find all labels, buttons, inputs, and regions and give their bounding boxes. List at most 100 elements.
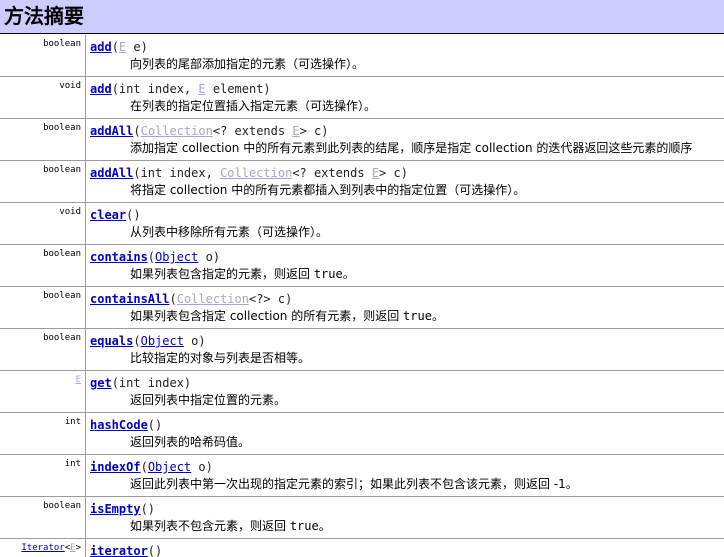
- method-row: boolean containsAll(Collection<?> c) 如果列表包…: [0, 287, 724, 329]
- method-description: 从列表中移除所有元素（可选操作）。: [130, 224, 328, 240]
- return-type: int: [64, 417, 81, 427]
- signature-text: <?> c): [248, 292, 293, 306]
- parameter-type-link[interactable]: E: [372, 166, 379, 180]
- method-description: 返回列表的哈希码值。: [130, 434, 250, 450]
- description-text: 向列表的尾部添加指定的元素（可选操作）。: [130, 57, 365, 71]
- signature-text: o): [191, 460, 213, 474]
- method-signature: isEmpty(): [90, 501, 155, 517]
- signature-text: (: [147, 250, 156, 264]
- method-name-link[interactable]: clear: [90, 208, 126, 222]
- signature-text: o): [198, 250, 221, 264]
- signature-text: (): [140, 502, 156, 516]
- method-name-link[interactable]: containsAll: [90, 292, 169, 306]
- method-name-link[interactable]: equals: [90, 334, 133, 348]
- method-row: void clear() 从列表中移除所有元素（可选操作）。: [0, 203, 724, 245]
- method-signature: contains(Object o): [90, 249, 220, 265]
- method-row: Iterator<E> iterator(): [0, 539, 724, 557]
- signature-text: (int index): [111, 376, 192, 390]
- description-code: true: [403, 309, 432, 323]
- method-row: void add(int index, E element) 在列表的指定位置插入指…: [0, 77, 724, 119]
- return-type-cell: boolean: [0, 497, 86, 538]
- description-text: 比较指定的对象与列表是否相等。: [130, 351, 311, 365]
- method-name-link[interactable]: hashCode: [90, 418, 148, 432]
- description-code: true: [289, 519, 319, 533]
- method-description: 返回此列表中第一次出现的指定元素的索引；如果此列表不包含该元素，则返回 -1。: [130, 476, 578, 492]
- method-signature: hashCode(): [90, 417, 162, 433]
- signature-text: element): [205, 82, 271, 96]
- method-name-link[interactable]: contains: [90, 250, 148, 264]
- signature-text: <? extends: [292, 166, 372, 180]
- return-type-cell: E: [0, 371, 86, 412]
- return-type: boolean: [43, 39, 81, 49]
- signature-text: (): [126, 208, 141, 222]
- description-text: 如果列表包含指定 collection 的所有元素，则返回: [130, 309, 404, 323]
- return-type: int: [64, 459, 81, 469]
- parameter-type-link[interactable]: E: [292, 124, 299, 138]
- signature-text: o): [183, 334, 206, 348]
- signature-text: (: [133, 334, 141, 348]
- method-summary-page: 方法摘要 boolean add ( E e) 向列表的尾部添加指定的元素（可选操作）。…: [0, 0, 724, 557]
- method-signature: addAll(Collection<? extends E> c): [90, 123, 328, 139]
- signature-text: (): [147, 418, 163, 432]
- method-name-link[interactable]: addAll: [90, 124, 133, 138]
- method-description: 在列表的指定位置插入指定元素（可选操作）。: [130, 98, 376, 114]
- method-signature: clear(): [90, 207, 141, 223]
- return-type-cell: boolean: [0, 35, 86, 76]
- description-code: true: [313, 267, 343, 281]
- return-type-cell: boolean: [0, 161, 86, 202]
- description-text: 在列表的指定位置插入指定元素（可选操作）。: [130, 99, 377, 113]
- method-row: boolean addAll(Collection<? extends E> c)…: [0, 119, 724, 161]
- parameter-type-link[interactable]: Collection: [177, 292, 249, 306]
- return-type-link[interactable]: Iterator: [21, 543, 64, 553]
- parameter-type-link[interactable]: Collection: [141, 124, 213, 138]
- method-description: 添加指定 collection 中的所有元素到此列表的结尾，顺序是指定 coll…: [130, 140, 692, 156]
- return-type-cell: void: [0, 203, 86, 244]
- parameter-type-link[interactable]: Collection: [220, 166, 292, 180]
- method-signature: iterator(): [90, 543, 162, 557]
- description-text: 。: [342, 267, 355, 281]
- method-row: Eget(int index) 返回列表中指定位置的元素。: [0, 371, 724, 413]
- method-row: boolean isEmpty() 如果列表不包含元素，则返回 true。: [0, 497, 724, 539]
- method-row: boolean add(E e) 向列表的尾部添加指定的元素（可选操作）。: [0, 35, 724, 77]
- description-text: 返回列表中指定位置的元素。: [130, 393, 287, 407]
- description-text: 从列表中移除所有元素（可选操作）。: [130, 225, 329, 239]
- return-type-link[interactable]: E: [76, 375, 81, 385]
- method-signature: equals(Object o): [90, 333, 206, 349]
- method-name-link[interactable]: get: [90, 376, 112, 390]
- return-type: boolean: [43, 123, 81, 133]
- signature-text: (: [133, 124, 141, 138]
- return-type-cell: boolean: [0, 287, 86, 328]
- description-text: 添加指定 collection 中的所有元素到此列表的结尾，顺序是指定 coll…: [130, 141, 693, 155]
- signature-text: (: [140, 460, 148, 474]
- return-type-cell: int: [0, 455, 86, 496]
- return-type: boolean: [43, 249, 81, 259]
- return-type-cell: void: [0, 77, 86, 118]
- signature-text: > c): [299, 124, 329, 138]
- method-name-link[interactable]: iterator: [90, 544, 148, 557]
- parameter-type-link[interactable]: Object: [155, 250, 198, 264]
- signature-text: e): [126, 40, 148, 54]
- type-parameter-link[interactable]: E: [70, 543, 75, 553]
- description-text: 如果列表不包含元素，则返回: [130, 519, 290, 533]
- method-description: 如果列表包含指定 collection 的所有元素，则返回 true。: [130, 308, 444, 324]
- return-type: void: [59, 81, 81, 91]
- parameter-type-link[interactable]: Object: [141, 334, 184, 348]
- parameter-type-link[interactable]: E: [198, 82, 205, 96]
- method-name-link[interactable]: add: [90, 40, 112, 54]
- return-type-cell: boolean: [0, 329, 86, 370]
- parameter-type-link[interactable]: Object: [148, 460, 191, 474]
- return-type: void: [59, 207, 81, 217]
- method-name-link[interactable]: indexOf: [90, 460, 141, 474]
- page-title: 方法摘要: [4, 4, 84, 28]
- method-name-link[interactable]: isEmpty: [90, 502, 141, 516]
- method-description: 向列表的尾部添加指定的元素（可选操作）。: [130, 56, 364, 72]
- method-name-link[interactable]: addAll: [90, 166, 133, 180]
- return-type: boolean: [43, 333, 81, 343]
- return-type: boolean: [43, 501, 81, 511]
- method-description: 返回列表中指定位置的元素。: [130, 392, 286, 408]
- method-summary-header: 方法摘要: [0, 0, 724, 34]
- method-row: boolean equals(Object o) 比较指定的对象与列表是否相等。: [0, 329, 724, 371]
- method-name-link[interactable]: add: [90, 82, 112, 96]
- method-signature: add(int index, E element): [90, 81, 271, 97]
- description-text: 将指定 collection 中的所有元素都插入到列表中的指定位置（可选操作）。: [130, 183, 526, 197]
